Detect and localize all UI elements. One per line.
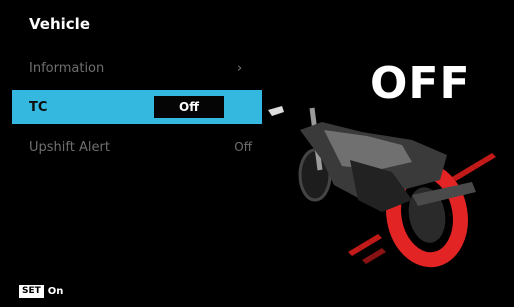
page-title: Vehicle <box>29 15 90 33</box>
menu-item-label: TC <box>29 99 48 115</box>
menu-item-label: Upshift Alert <box>29 139 110 155</box>
vehicle-screen: Vehicle Information › TC Off Upshift Ale… <box>0 0 514 307</box>
footer-hint-text: On <box>47 286 64 297</box>
menu-item-information[interactable]: Information › <box>12 51 262 85</box>
motorcycle-illustration <box>268 106 496 268</box>
menu-item-label: Information <box>29 60 105 76</box>
set-button-badge: SET <box>19 285 44 298</box>
menu-item-tc[interactable]: TC Off <box>12 90 262 124</box>
footer-hint: SET On <box>19 285 63 298</box>
chevron-right-icon: › <box>237 60 243 76</box>
tc-value-selector[interactable]: Off <box>154 96 224 118</box>
menu-item-value: Off <box>234 140 252 154</box>
menu-item-upshift-alert[interactable]: Upshift Alert Off <box>12 130 262 164</box>
